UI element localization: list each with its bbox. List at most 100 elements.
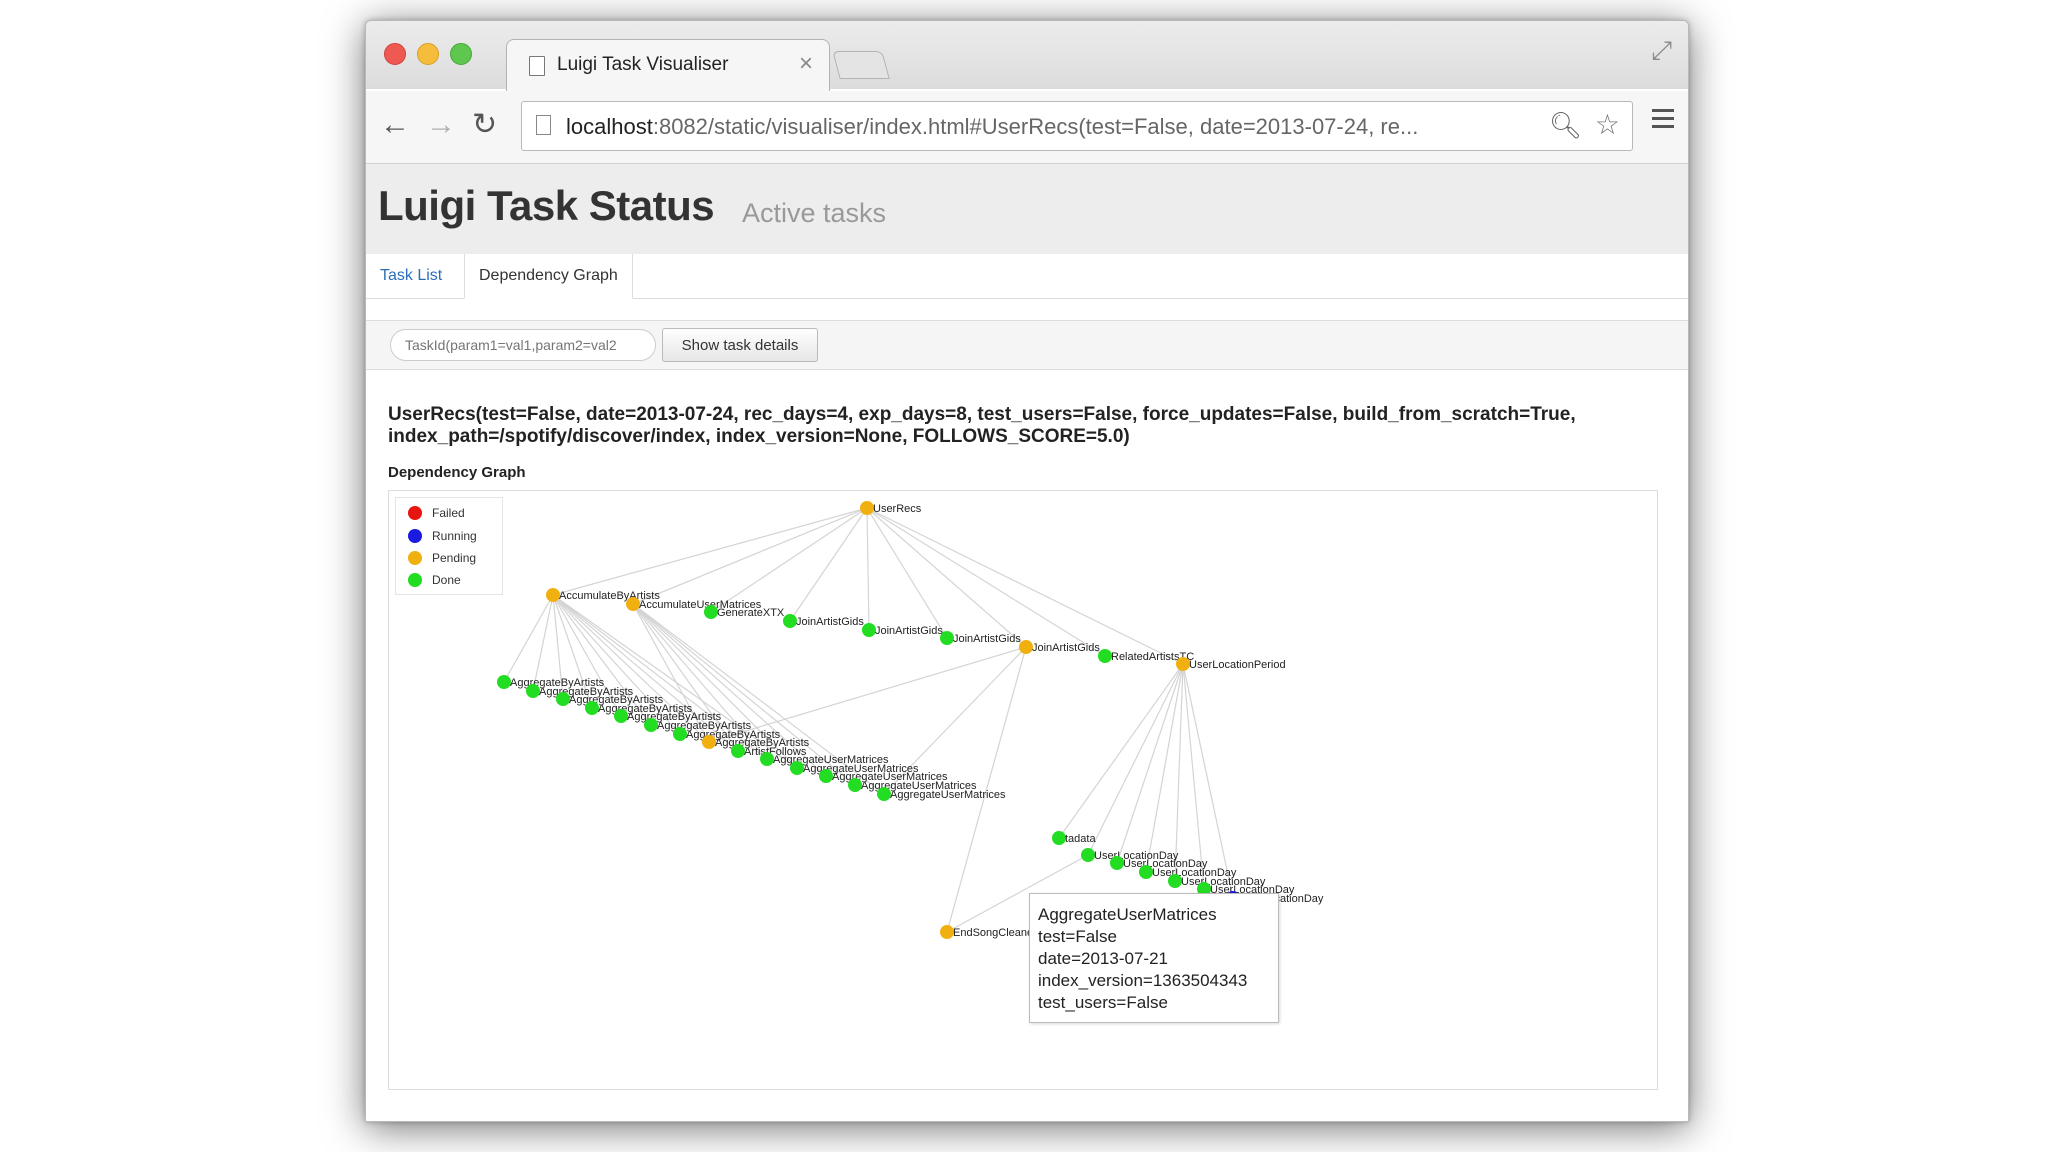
tooltip-line: index_version=1363504343 — [1038, 971, 1248, 990]
search-icon[interactable]: 🔍︎ — [1549, 110, 1582, 141]
graph-node-jag3[interactable]: JoinArtistGids — [940, 631, 1021, 645]
close-window-button[interactable] — [384, 43, 406, 65]
node-dot[interactable] — [731, 744, 745, 758]
document-icon — [529, 56, 545, 76]
node-dot[interactable] — [1081, 848, 1095, 862]
graph-node-jag1[interactable]: JoinArtistGids — [783, 614, 864, 628]
node-dot[interactable] — [1176, 657, 1190, 671]
node-dot[interactable] — [556, 692, 570, 706]
graph-edge — [1174, 663, 1184, 882]
graph-node-root[interactable]: UserRecs — [860, 501, 922, 515]
node-dot[interactable] — [1110, 856, 1124, 870]
graph-node-gxtx[interactable]: GenerateXTX — [704, 605, 785, 619]
node-dot[interactable] — [702, 735, 716, 749]
node-label: tadata — [1065, 833, 1096, 845]
node-dot[interactable] — [1052, 831, 1066, 845]
node-dot[interactable] — [819, 769, 833, 783]
expand-icon[interactable]: ⤢ — [1651, 35, 1672, 67]
node-dot[interactable] — [783, 614, 797, 628]
node-dot[interactable] — [526, 684, 540, 698]
node-dot[interactable] — [626, 597, 640, 611]
page-tabs: Task List Dependency Graph — [366, 254, 1688, 299]
task-id-input[interactable] — [390, 329, 656, 361]
new-tab-button[interactable] — [832, 51, 890, 79]
close-tab-icon[interactable]: × — [799, 50, 813, 78]
page-header: Luigi Task Status Active tasks — [366, 164, 1688, 254]
zoom-window-button[interactable] — [450, 43, 472, 65]
node-dot[interactable] — [940, 631, 954, 645]
graph-node-esc1[interactable]: EndSongCleaned — [940, 925, 1039, 939]
dependency-graph[interactable]: UserRecs AccumulateByArtists AccumulateUse… — [388, 490, 1658, 1090]
graph-node-agum5[interactable]: AggregateUserMatrices — [877, 787, 1006, 801]
node-dot[interactable] — [704, 605, 718, 619]
node-label: UserLocationPeriod — [1189, 659, 1286, 671]
minimize-window-button[interactable] — [417, 43, 439, 65]
legend: Failed Running Pending Done — [395, 497, 503, 595]
tab-dependency-graph[interactable]: Dependency Graph — [464, 254, 633, 299]
node-dot[interactable] — [1168, 874, 1182, 888]
graph-edge — [708, 646, 1027, 743]
task-heading: UserRecs(test=False, date=2013-07-24, re… — [388, 404, 1576, 447]
address-bar[interactable]: localhost:8082/static/visualiser/index.h… — [521, 101, 1633, 151]
star-icon[interactable]: ☆ — [1595, 108, 1620, 141]
page-subtitle: Active tasks — [742, 198, 887, 228]
graph-edge — [789, 507, 868, 622]
node-dot[interactable] — [877, 787, 891, 801]
task-search-bar: Show task details — [366, 320, 1688, 370]
node-label: GenerateXTX — [717, 607, 785, 619]
node-dot[interactable] — [760, 752, 774, 766]
task-tooltip: AggregateUserMatrices test=False date=20… — [1029, 893, 1279, 1023]
legend-dot — [408, 529, 422, 543]
graph-edge — [503, 594, 554, 683]
tooltip-line: AggregateUserMatrices — [1038, 905, 1217, 924]
node-label: JoinArtistGids — [875, 625, 943, 637]
graph-edge — [1145, 663, 1184, 873]
show-task-details-button[interactable]: Show task details — [662, 328, 818, 362]
legend-dot — [408, 573, 422, 587]
browser-window: Luigi Task Visualiser × ⤢ ← → ↻ localhos… — [365, 20, 1689, 1122]
node-dot[interactable] — [614, 709, 628, 723]
legend-dot — [408, 506, 422, 520]
back-icon[interactable]: ← — [380, 107, 410, 143]
menu-icon[interactable] — [1652, 109, 1674, 133]
node-dot[interactable] — [1098, 649, 1112, 663]
graph-edge — [1087, 663, 1184, 856]
graph-node-jag2[interactable]: JoinArtistGids — [862, 623, 943, 637]
node-dot[interactable] — [862, 623, 876, 637]
node-dot[interactable] — [940, 925, 954, 939]
tab-task-list[interactable]: Task List — [366, 254, 456, 298]
node-dot[interactable] — [585, 701, 599, 715]
browser-tab[interactable]: Luigi Task Visualiser × — [506, 39, 830, 92]
node-dot[interactable] — [790, 761, 804, 775]
node-dot[interactable] — [673, 727, 687, 741]
forward-icon[interactable]: → — [426, 107, 456, 143]
graph-node-ulp[interactable]: UserLocationPeriod — [1176, 657, 1286, 671]
graph-edge — [1058, 663, 1184, 839]
browser-titlebar: Luigi Task Visualiser × ⤢ — [366, 21, 1688, 92]
tooltip-line: test_users=False — [1038, 993, 1168, 1012]
node-dot[interactable] — [644, 718, 658, 732]
graph-edge — [866, 507, 870, 631]
node-label: JoinArtistGids — [1032, 642, 1100, 654]
page-icon — [536, 115, 551, 135]
url-text[interactable]: localhost:8082/static/visualiser/index.h… — [566, 114, 1546, 140]
graph-label: Dependency Graph — [388, 464, 526, 481]
node-dot[interactable] — [860, 501, 874, 515]
node-dot[interactable] — [1139, 865, 1153, 879]
reload-icon[interactable]: ↻ — [472, 107, 497, 143]
node-label: UserRecs — [873, 503, 922, 515]
graph-canvas[interactable]: UserRecsAccumulateByArtistsAccumulateUse… — [389, 491, 1657, 1089]
node-label: AggregateUserMatrices — [890, 789, 1006, 801]
node-dot[interactable] — [1019, 640, 1033, 654]
graph-edge — [710, 507, 868, 613]
node-label: JoinArtistGids — [953, 633, 1021, 645]
graph-node-meta[interactable]: tadata — [1052, 831, 1096, 845]
node-dot[interactable] — [497, 675, 511, 689]
node-dot[interactable] — [848, 778, 862, 792]
browser-toolbar: ← → ↻ localhost:8082/static/visualiser/i… — [366, 91, 1688, 164]
node-label: EndSongCleaned — [953, 927, 1039, 939]
node-dot[interactable] — [546, 588, 560, 602]
node-label: JoinArtistGids — [796, 616, 864, 628]
graph-edge — [1116, 663, 1184, 864]
graph-node-jag4[interactable]: JoinArtistGids — [1019, 640, 1100, 654]
